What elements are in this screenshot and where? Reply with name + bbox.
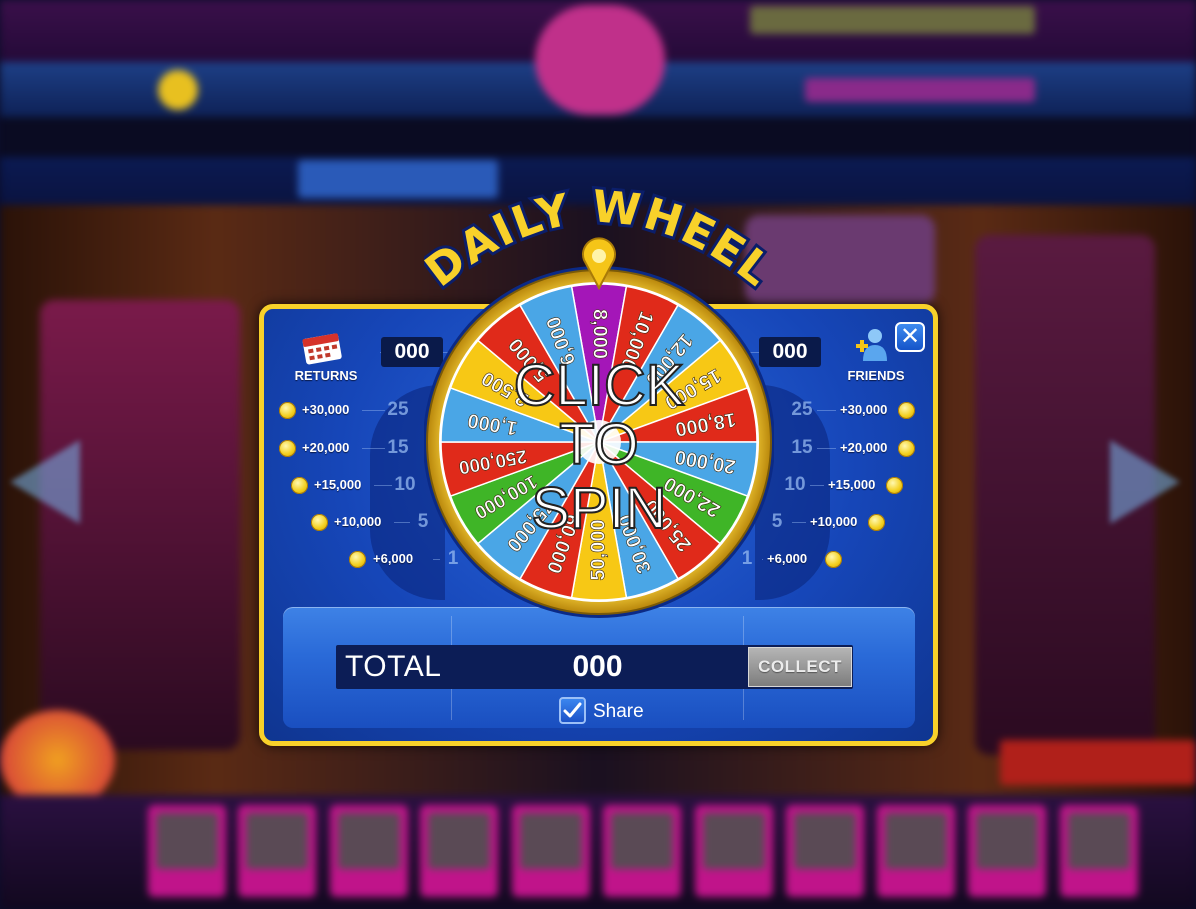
right-tier-line bbox=[792, 522, 806, 523]
lobby-banner-strip bbox=[0, 117, 1196, 157]
friend-card bbox=[238, 805, 316, 897]
left-reward-amount: +10,000 bbox=[334, 514, 382, 529]
checkmark-icon bbox=[563, 702, 582, 718]
special-offer-banner bbox=[1000, 740, 1196, 785]
left-reward-amount: +15,000 bbox=[314, 477, 362, 492]
add-friend-icon bbox=[856, 329, 887, 361]
friend-card bbox=[877, 805, 955, 897]
coin-icon bbox=[898, 402, 915, 419]
coin-icon bbox=[291, 477, 308, 494]
total-value: 000 bbox=[572, 650, 623, 683]
coin-icon bbox=[825, 551, 842, 568]
friend-card bbox=[512, 805, 590, 897]
right-reward-amount: +10,000 bbox=[810, 514, 858, 529]
promo-button bbox=[805, 78, 1035, 102]
left-reward-amount: +20,000 bbox=[302, 440, 350, 455]
daily-wheel[interactable]: DAILY WHEEL 8,00010,00012,00015,00018,00… bbox=[424, 180, 774, 620]
left-tier-number: 10 bbox=[394, 474, 416, 495]
right-tier-number: 10 bbox=[784, 474, 806, 495]
friend-card bbox=[420, 805, 498, 897]
returns-label: RETURNS bbox=[294, 368, 358, 383]
top-progress-bar bbox=[750, 6, 1035, 34]
left-reward-amount: +30,000 bbox=[302, 402, 350, 417]
coin-icon bbox=[311, 514, 328, 531]
friend-card bbox=[1060, 805, 1138, 897]
coin-balance-icon bbox=[158, 70, 198, 110]
coin-icon bbox=[279, 402, 296, 419]
friend-card bbox=[603, 805, 681, 897]
friend-card bbox=[148, 805, 226, 897]
coin-icon bbox=[279, 440, 296, 457]
right-reward-amount: +15,000 bbox=[828, 477, 876, 492]
collect-button[interactable]: COLLECT bbox=[748, 647, 852, 687]
friend-card bbox=[786, 805, 864, 897]
friend-card bbox=[695, 805, 773, 897]
right-tier-line bbox=[817, 448, 836, 449]
close-button[interactable]: ✕ bbox=[895, 322, 925, 352]
slot-machine-left bbox=[40, 300, 240, 750]
spin-line: SPIN bbox=[531, 476, 666, 541]
share-checkbox[interactable] bbox=[559, 697, 586, 724]
right-reward-amount: +20,000 bbox=[840, 440, 888, 455]
right-tier-number: 25 bbox=[791, 399, 813, 420]
calendar-icon bbox=[302, 333, 342, 365]
right-arrow-icon bbox=[1110, 440, 1180, 524]
left-tier-number: 15 bbox=[387, 437, 409, 458]
right-tier-line bbox=[817, 410, 836, 411]
share-label: Share bbox=[593, 701, 644, 722]
coin-icon bbox=[898, 440, 915, 457]
game-logo-heart bbox=[535, 5, 665, 115]
right-tier-line bbox=[810, 485, 824, 486]
coin-icon bbox=[349, 551, 366, 568]
friend-card bbox=[330, 805, 408, 897]
total-label: TOTAL bbox=[345, 650, 442, 683]
left-tier-number: 25 bbox=[387, 399, 409, 420]
coin-icon bbox=[868, 514, 885, 531]
friends-label: FRIENDS bbox=[847, 368, 905, 383]
spin-line: TO bbox=[559, 412, 639, 477]
right-reward-amount: +30,000 bbox=[840, 402, 888, 417]
left-tier-line bbox=[362, 410, 385, 411]
right-tier-number: 15 bbox=[791, 437, 813, 458]
friend-card bbox=[968, 805, 1046, 897]
spin-line: CLICK bbox=[514, 353, 685, 418]
left-reward-amount: +6,000 bbox=[373, 551, 414, 566]
coin-icon bbox=[886, 477, 903, 494]
wheel-segment-label: 8,000 bbox=[589, 309, 611, 359]
left-arrow-icon bbox=[10, 440, 80, 524]
left-tier-line bbox=[362, 448, 385, 449]
